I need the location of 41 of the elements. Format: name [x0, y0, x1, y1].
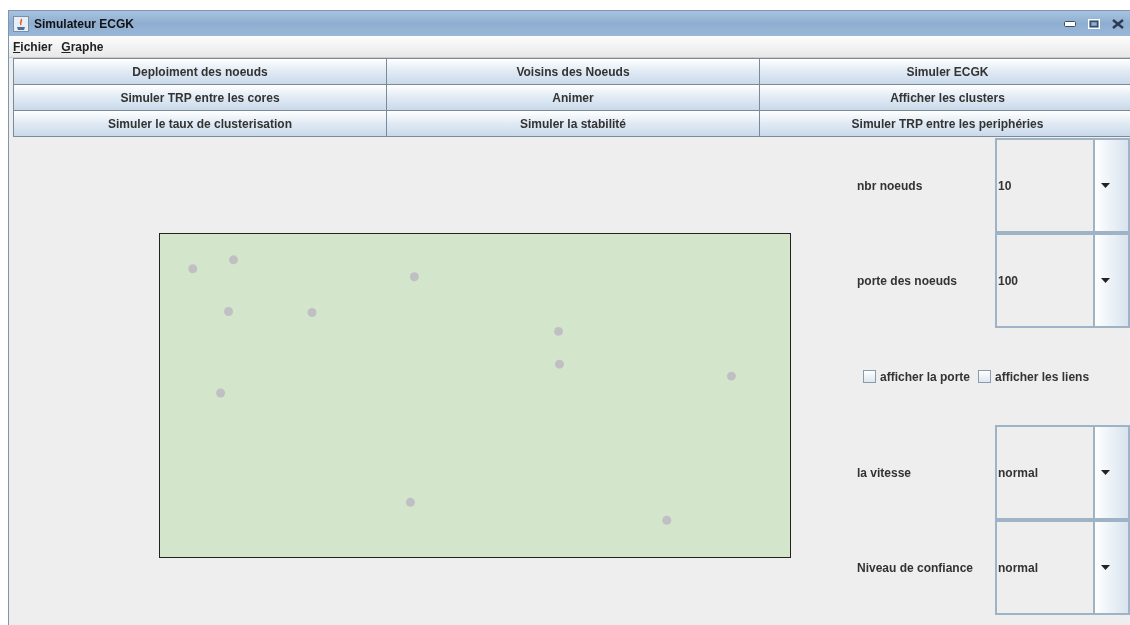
checkbox[interactable]: afficher les liens	[978, 367, 1090, 386]
dropdown[interactable]: 100	[995, 233, 1130, 328]
dropdown-arrow-icon	[1101, 278, 1111, 283]
close-icon[interactable]	[1112, 18, 1124, 29]
checkbox[interactable]: afficher la porte	[863, 367, 971, 386]
field-label: nbr noeuds	[856, 177, 924, 195]
network-node	[554, 326, 563, 336]
network-node	[409, 272, 419, 282]
network-node	[555, 359, 564, 369]
menu-item[interactable]: Fichier	[13, 37, 53, 56]
action-button[interactable]: Simuler le taux de clusterisation	[13, 110, 387, 137]
action-button[interactable]: Simuler TRP entre les periphéries	[759, 110, 1130, 137]
network-node	[224, 307, 233, 316]
network-node	[726, 371, 736, 381]
action-button[interactable]: Simuler la stabilité	[386, 110, 760, 137]
java-icon	[13, 15, 29, 32]
dropdown[interactable]: 10	[995, 138, 1130, 233]
field-label: Niveau de confiance	[856, 559, 975, 577]
network-node	[307, 308, 317, 317]
action-button[interactable]: Deploiment des noeuds	[13, 58, 387, 85]
menu-item[interactable]: Graphe	[61, 37, 104, 56]
network-node	[662, 515, 672, 525]
dropdown-arrow-icon	[1101, 565, 1111, 570]
action-button[interactable]: Afficher les clusters	[759, 84, 1130, 111]
network-node	[188, 264, 198, 274]
dropdown-arrow-icon	[1101, 183, 1111, 188]
field-label: porte des noeuds	[856, 272, 958, 290]
action-button[interactable]: Voisins des Noeuds	[386, 58, 760, 85]
minimize-icon[interactable]	[1064, 20, 1076, 27]
action-button[interactable]: Animer	[386, 84, 760, 111]
field-label: la vitesse	[856, 464, 913, 482]
network-node	[216, 388, 226, 398]
action-button[interactable]: Simuler ECGK	[759, 58, 1130, 85]
network-node	[229, 255, 238, 265]
dropdown[interactable]: normal	[995, 425, 1130, 520]
dropdown[interactable]: normal	[995, 520, 1130, 615]
action-button[interactable]: Simuler TRP entre les cores	[13, 84, 387, 111]
maximize-icon[interactable]	[1088, 18, 1100, 29]
dropdown-arrow-icon	[1101, 470, 1111, 475]
window-title: Simulateur ECGK	[34, 15, 135, 33]
network-node	[405, 497, 415, 507]
